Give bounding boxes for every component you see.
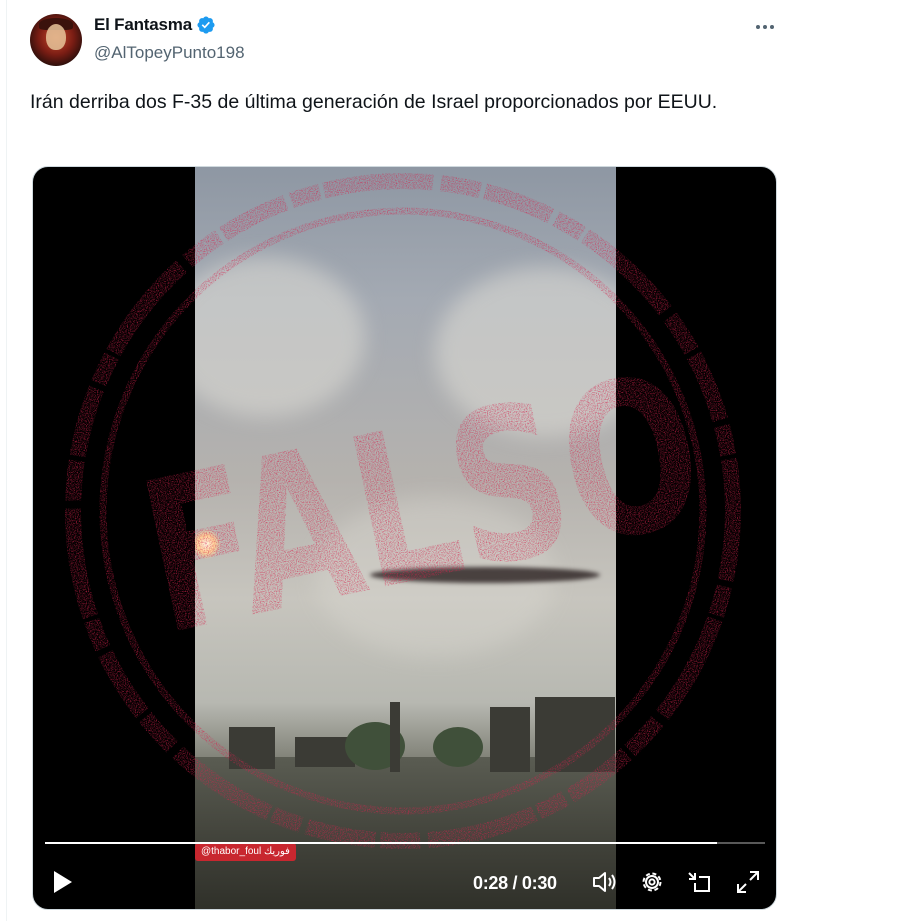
author-handle[interactable]: @AlTopeyPunto198 — [94, 43, 245, 63]
settings-icon[interactable] — [639, 869, 665, 895]
stamp-text: FALSO — [123, 326, 722, 682]
tweet-text: Irán derriba dos F-35 de última generaci… — [30, 91, 718, 113]
progress-bar[interactable] — [45, 842, 765, 844]
time-display: 0:28 / 0:30 — [473, 873, 557, 893]
avatar-face — [46, 24, 66, 50]
avatar[interactable] — [30, 14, 82, 66]
more-options-button[interactable] — [752, 14, 778, 40]
falso-stamp: FALSO — [65, 173, 741, 849]
display-name[interactable]: El Fantasma — [94, 15, 192, 35]
more-options-icon — [756, 25, 760, 29]
play-icon[interactable] — [51, 869, 75, 895]
progress-fill — [45, 842, 717, 844]
verified-badge-icon — [197, 16, 215, 34]
exit-fullscreen-icon[interactable] — [687, 869, 713, 895]
author-name-row: El Fantasma — [94, 15, 216, 35]
timeline-border — [6, 0, 7, 921]
player-controls: 0:28 / 0:30 — [33, 857, 776, 909]
video-player[interactable]: @thabor_foul فوريك FALSO 0:28 / 0:30 — [32, 166, 777, 910]
fullscreen-icon[interactable] — [735, 869, 761, 895]
volume-icon[interactable] — [591, 869, 617, 895]
